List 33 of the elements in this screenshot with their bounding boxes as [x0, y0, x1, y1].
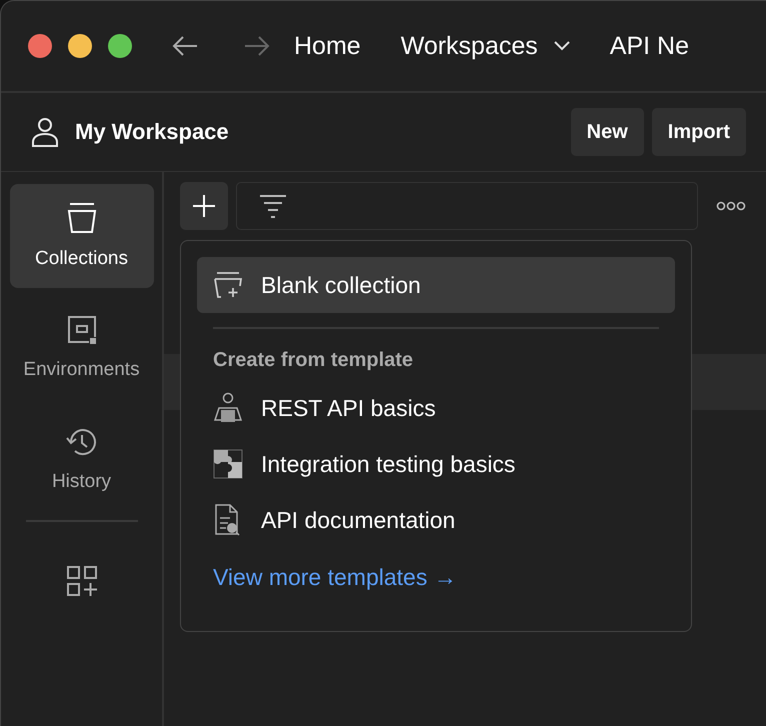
menu-item[interactable]: Blank collection — [197, 257, 675, 313]
add-widget-icon[interactable] — [66, 566, 96, 596]
back-arrow-icon[interactable] — [172, 35, 198, 57]
zoom-window-button[interactable] — [108, 34, 132, 58]
trash-can-icon — [66, 202, 96, 234]
close-window-button[interactable] — [28, 34, 52, 58]
sidebar-tab[interactable]: History — [10, 408, 154, 512]
template-item[interactable]: API documentation — [197, 492, 675, 548]
nav-link[interactable]: API Ne — [610, 32, 689, 60]
workspace-title: My Workspace — [75, 119, 229, 145]
plus-icon — [192, 194, 216, 218]
environment-icon — [66, 315, 96, 345]
person-laptop-icon — [213, 392, 243, 424]
filter-icon — [259, 194, 287, 218]
view-more-templates-link[interactable]: View more templates → — [197, 564, 473, 591]
history-icon — [66, 427, 98, 457]
template-item[interactable]: REST API basics — [197, 380, 675, 436]
nav-link[interactable]: Workspaces — [400, 32, 570, 60]
more-options-icon[interactable] — [716, 201, 746, 211]
header-button[interactable]: Import — [652, 108, 746, 156]
section-heading: Create from template — [212, 349, 414, 372]
add-button[interactable] — [180, 182, 228, 230]
nav-link[interactable]: Home — [294, 32, 361, 60]
sidebar-tab[interactable]: Collections — [10, 184, 154, 288]
header-button[interactable]: New — [570, 108, 644, 156]
collection-add-icon — [213, 271, 243, 299]
sidebar-tab[interactable]: Environments — [10, 296, 154, 400]
user-icon — [31, 117, 59, 147]
chevron-down-icon — [554, 41, 570, 51]
filter-field[interactable] — [236, 182, 698, 230]
template-item[interactable]: Integration testing basics — [197, 436, 675, 492]
minimize-window-button[interactable] — [68, 34, 92, 58]
puzzle-icon — [213, 449, 243, 479]
